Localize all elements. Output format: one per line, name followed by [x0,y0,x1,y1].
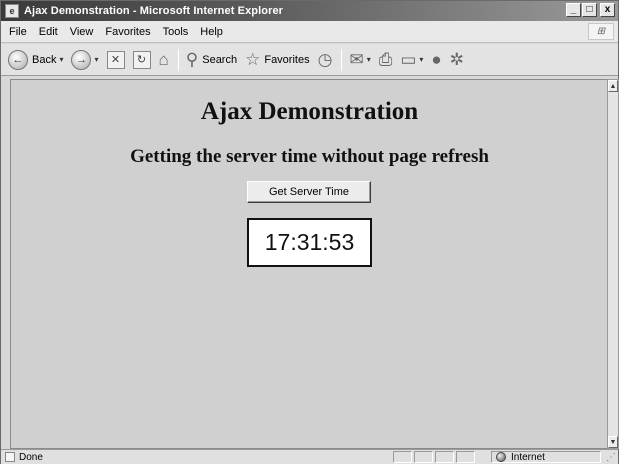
history-button[interactable]: ◷ [315,47,336,73]
favorites-button[interactable]: ☆ Favorites [242,47,313,73]
home-icon: ⌂ [158,50,169,69]
home-button[interactable]: ⌂ [156,47,172,73]
security-zone[interactable]: Internet [491,451,601,463]
menu-edit[interactable]: Edit [39,26,58,38]
page-subtitle: Getting the server time without page ref… [130,146,489,167]
menu-file[interactable]: File [9,26,27,38]
edit-dropdown-icon: ▾ [419,55,424,64]
maximize-button[interactable]: □ [582,3,597,17]
menu-favorites[interactable]: Favorites [105,26,150,38]
page-content: Ajax Demonstration Getting the server ti… [10,79,607,449]
scroll-up-icon[interactable]: ▲ [608,80,618,92]
get-server-time-button[interactable]: Get Server Time [247,181,371,203]
status-panes [393,451,477,463]
window-controls: _ □ x [566,3,615,17]
toolbar-separator [341,48,343,71]
back-button[interactable]: ← Back ▾ [5,47,66,73]
browser-window: e Ajax Demonstration - Microsoft Interne… [0,0,619,464]
vertical-scrollbar[interactable]: ▲ ▼ [607,79,619,449]
menu-help[interactable]: Help [200,26,223,38]
status-pane [435,451,454,463]
search-button[interactable]: ⚲ Search [183,47,240,73]
minimize-button[interactable]: _ [566,3,581,17]
refresh-icon: ↻ [132,50,151,69]
discuss-icon: ● [431,50,442,69]
title-bar[interactable]: e Ajax Demonstration - Microsoft Interne… [1,1,618,21]
forward-button[interactable]: → ▾ [68,47,101,73]
menu-bar: File Edit View Favorites Tools Help ⊞ [1,21,618,43]
standard-toolbar: ← Back ▾ → ▾ ✕ ↻ ⌂ ⚲ Search ☆ Favorites … [1,44,618,76]
toolbar-separator [177,48,179,71]
ie-app-icon: e [5,4,19,18]
favorites-label: Favorites [264,53,310,66]
back-label: Back [32,53,57,66]
refresh-button[interactable]: ↻ [130,47,154,73]
status-text: Done [19,451,43,463]
menu-tools[interactable]: Tools [163,26,189,38]
mail-button[interactable]: ✉ ▾ [346,47,373,73]
globe-icon [496,452,506,462]
edit-icon: ▭ [400,50,417,69]
stop-icon: ✕ [106,50,125,69]
status-pane [414,451,433,463]
status-bar: Done Internet ⋰ [1,449,618,464]
search-icon: ⚲ [185,50,199,69]
forward-dropdown-icon: ▾ [94,55,99,64]
favorites-star-icon: ☆ [245,50,261,69]
close-button[interactable]: x [600,3,615,17]
mail-dropdown-icon: ▾ [366,55,371,64]
stop-button[interactable]: ✕ [104,47,128,73]
discuss-button[interactable]: ● [428,47,444,73]
history-icon: ◷ [317,50,333,69]
menu-view[interactable]: View [70,26,94,38]
server-time-display: 17:31:53 [247,218,372,267]
status-pane [393,451,412,463]
print-button[interactable]: ⎙ [376,47,396,73]
edit-button[interactable]: ▭ ▾ [397,47,426,73]
back-dropdown-icon: ▾ [59,55,64,64]
page-done-icon [5,452,15,462]
status-pane [456,451,475,463]
resize-grip-icon[interactable]: ⋰ [606,453,616,463]
scroll-down-icon[interactable]: ▼ [608,436,618,448]
back-arrow-icon: ← [8,49,28,70]
window-title: Ajax Demonstration - Microsoft Internet … [24,5,284,17]
page-title: Ajax Demonstration [200,98,419,125]
mail-icon: ✉ [349,50,364,69]
messenger-button[interactable]: ✲ [447,47,467,73]
search-label: Search [202,53,238,66]
zone-label: Internet [511,451,545,463]
print-icon: ⎙ [378,50,393,69]
windows-logo-icon: ⊞ [588,23,614,40]
messenger-icon: ✲ [449,50,464,69]
forward-arrow-icon: → [71,49,92,70]
